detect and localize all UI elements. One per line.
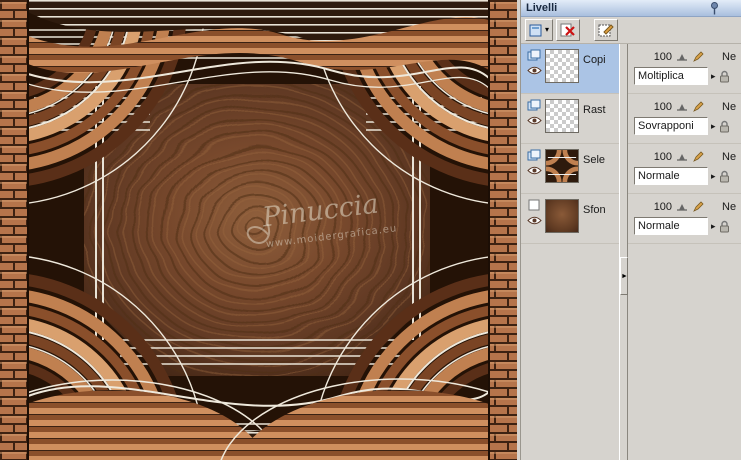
layer-props-sfon: 100 Ne Normale ▸ [628, 194, 741, 244]
opacity-slider-icon[interactable] [676, 202, 688, 212]
raster-layer-icon [527, 49, 541, 61]
blend-dropdown-icon[interactable]: ▸ [711, 171, 716, 181]
palette-title: Livelli [526, 2, 558, 14]
layer-name[interactable]: Sele [581, 146, 605, 193]
palette-body: Copi Rast Sele Sfon ► 100 Ne Moltiplica … [521, 44, 741, 460]
opacity-slider-icon[interactable] [676, 102, 688, 112]
visibility-eye-icon[interactable] [526, 66, 542, 75]
raster-layer-icon [527, 99, 541, 111]
layer-thumbnail[interactable] [545, 149, 579, 183]
collapse-arrow-button[interactable]: ► [620, 257, 629, 295]
background-layer-icon [527, 199, 541, 211]
link-set-label[interactable]: Ne [722, 201, 736, 213]
blend-dropdown-icon[interactable]: ▸ [711, 71, 716, 81]
new-layer-button[interactable]: ▾ [525, 19, 554, 41]
layer-name[interactable]: Copi [581, 46, 606, 93]
pen-icon [692, 50, 704, 63]
brick-edge-right [488, 0, 490, 460]
layer-props-copi: 100 Ne Moltiplica ▸ [628, 44, 741, 94]
opacity-slider-icon[interactable] [676, 152, 688, 162]
layer-name[interactable]: Rast [581, 96, 606, 143]
layer-icons [525, 96, 543, 143]
opacity-value[interactable]: 100 [634, 51, 672, 63]
brick-border-right [489, 0, 517, 460]
canvas-image[interactable]: Pinuccia www.moidergrafica.eu [0, 0, 517, 460]
layer-row-sfon[interactable]: Sfon [521, 194, 620, 244]
pen-icon [692, 200, 704, 213]
blend-mode-value: Normale [638, 170, 680, 182]
layer-row-rast[interactable]: Rast [521, 94, 620, 144]
layers-palette: Livelli ▾ Copi Rast Sele Sfon ► 100 Ne M… [520, 0, 741, 460]
layer-name[interactable]: Sfon [581, 196, 606, 243]
pin-icon[interactable] [709, 1, 720, 15]
opacity-value[interactable]: 100 [634, 101, 672, 113]
palette-toolbar: ▾ [521, 17, 741, 44]
layer-thumbnail[interactable] [545, 199, 579, 233]
blend-dropdown-icon[interactable]: ▸ [711, 221, 716, 231]
brick-edge-left [27, 0, 29, 460]
layer-row-copi[interactable]: Copi [521, 44, 620, 94]
layer-props-sele: 100 Ne Normale ▸ [628, 144, 741, 194]
layer-properties: 100 Ne Moltiplica ▸ 100 Ne Sovrapponi ▸ … [628, 44, 741, 460]
image-canvas[interactable]: Pinuccia www.moidergrafica.eu [0, 0, 517, 460]
opacity-slider-icon[interactable] [676, 52, 688, 62]
layer-icons [525, 196, 543, 243]
lock-icon[interactable] [719, 170, 730, 183]
blend-mode-value: Sovrapponi [638, 120, 694, 132]
layer-props-rast: 100 Ne Sovrapponi ▸ [628, 94, 741, 144]
layer-thumbnail[interactable] [545, 99, 579, 133]
blend-mode-select[interactable]: Normale [634, 217, 709, 235]
lock-icon[interactable] [719, 70, 730, 83]
layer-row-sele[interactable]: Sele [521, 144, 620, 194]
palette-splitter[interactable]: ► [619, 44, 629, 460]
layer-thumbnail[interactable] [545, 49, 579, 83]
visibility-eye-icon[interactable] [526, 166, 542, 175]
opacity-value[interactable]: 100 [634, 151, 672, 163]
link-set-label[interactable]: Ne [722, 101, 736, 113]
dropdown-arrow-icon: ▾ [545, 25, 550, 34]
pen-icon [692, 100, 704, 113]
layer-icons [525, 46, 543, 93]
blend-mode-select[interactable]: Moltiplica [634, 67, 709, 85]
brick-border-left [0, 0, 28, 460]
app-screen: Pinuccia www.moidergrafica.eu Livelli ▾ [0, 0, 741, 460]
link-set-label[interactable]: Ne [722, 51, 736, 63]
palette-titlebar[interactable]: Livelli [521, 0, 741, 17]
edit-selection-icon [598, 23, 614, 37]
blend-mode-select[interactable]: Normale [634, 167, 709, 185]
layer-icons [525, 146, 543, 193]
lock-icon[interactable] [719, 120, 730, 133]
visibility-eye-icon[interactable] [526, 216, 542, 225]
lock-icon[interactable] [719, 220, 730, 233]
opacity-value[interactable]: 100 [634, 201, 672, 213]
delete-layer-icon [560, 23, 576, 37]
raster-layer-icon [527, 149, 541, 161]
new-layer-icon [529, 23, 543, 37]
edit-selection-button[interactable] [594, 19, 619, 41]
pen-icon [692, 150, 704, 163]
blend-dropdown-icon[interactable]: ▸ [711, 121, 716, 131]
layer-list: Copi Rast Sele Sfon [521, 44, 620, 460]
blend-mode-value: Normale [638, 220, 680, 232]
blend-mode-value: Moltiplica [638, 70, 684, 82]
blend-mode-select[interactable]: Sovrapponi [634, 117, 709, 135]
visibility-eye-icon[interactable] [526, 116, 542, 125]
link-set-label[interactable]: Ne [722, 151, 736, 163]
delete-layer-button[interactable] [556, 19, 581, 41]
